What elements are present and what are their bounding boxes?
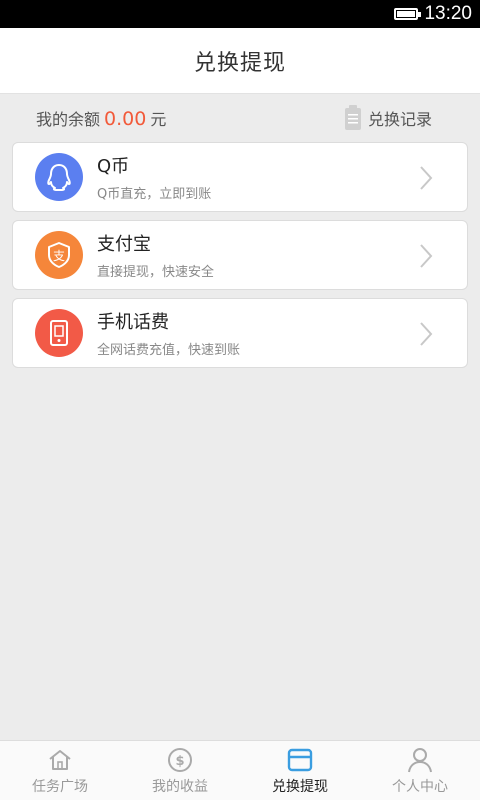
header: 兑换提现 — [0, 28, 480, 94]
balance-display: 我的余额 0.00 元 — [36, 106, 166, 130]
exchange-history-label: 兑换记录 — [367, 110, 432, 129]
clipboard-icon — [344, 105, 361, 130]
option-title: 手机话费 — [97, 312, 169, 333]
option-subtitle: 全网话费充值，快速到账 — [97, 343, 241, 358]
option-subtitle: 直接提现，快速安全 — [97, 265, 215, 280]
chevron-right-icon — [420, 166, 433, 190]
balance-unit: 元 — [150, 110, 167, 129]
exchange-history-button[interactable]: 兑换记录 — [344, 105, 432, 131]
bottom-nav: 任务广场 $ 我的收益 兑换提现 个人中心 — [0, 740, 480, 800]
balance-row: 我的余额 0.00 元 兑换记录 — [0, 94, 480, 142]
battery-icon — [394, 8, 422, 20]
nav-label: 个人中心 — [392, 778, 448, 795]
balance-amount: 0.00 — [104, 108, 147, 130]
chevron-right-icon — [420, 322, 433, 346]
option-title: 支付宝 — [97, 234, 151, 255]
page-title: 兑换提现 — [193, 50, 286, 76]
person-icon — [407, 746, 433, 774]
nav-task-square[interactable]: 任务广场 — [0, 741, 120, 800]
option-subtitle: Q币直充，立即到账 — [97, 187, 212, 202]
nav-label: 任务广场 — [32, 778, 88, 795]
phone-icon — [35, 309, 83, 357]
option-phone-bill[interactable]: 手机话费 全网话费充值，快速到账 — [12, 298, 468, 368]
status-bar: 13:20 — [0, 0, 480, 28]
option-qq-coin[interactable]: Q币 Q币直充，立即到账 — [12, 142, 468, 212]
balance-label: 我的余额 — [36, 110, 101, 129]
nav-label: 我的收益 — [152, 778, 208, 795]
option-title: Q币 — [97, 156, 130, 177]
svg-text:$: $ — [175, 754, 184, 769]
svg-text:支: 支 — [53, 249, 65, 263]
nav-my-earnings[interactable]: $ 我的收益 — [120, 741, 240, 800]
option-alipay[interactable]: 支 支付宝 直接提现，快速安全 — [12, 220, 468, 290]
exchange-options: Q币 Q币直充，立即到账 支 支付宝 直接提现，快速安全 手机话费 全网话费充值… — [12, 142, 468, 376]
home-icon — [47, 746, 73, 774]
status-time: 13:20 — [424, 3, 472, 24]
coin-icon: $ — [167, 746, 193, 774]
qq-penguin-icon — [35, 153, 83, 201]
chevron-right-icon — [420, 244, 433, 268]
nav-label: 兑换提现 — [272, 778, 328, 795]
alipay-icon: 支 — [35, 231, 83, 279]
nav-exchange-withdraw[interactable]: 兑换提现 — [240, 741, 360, 800]
wallet-icon — [287, 746, 313, 774]
nav-personal-center[interactable]: 个人中心 — [360, 741, 480, 800]
